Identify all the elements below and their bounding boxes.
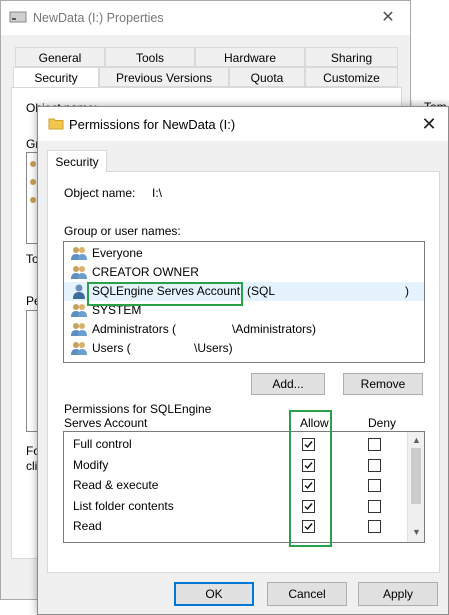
user-name-tail: \Users) [194, 341, 233, 355]
user-name-tail: \Administrators) [232, 322, 317, 336]
permission-name: List folder contents [73, 498, 174, 513]
drive-icon [9, 11, 27, 23]
permission-name: Read [73, 519, 102, 533]
tab-sharing[interactable]: Sharing [305, 47, 398, 67]
user-name: CREATOR OWNER [92, 265, 199, 279]
user-list-item[interactable]: CREATOR OWNER [64, 263, 424, 282]
properties-title-bar[interactable]: NewData (I:) Properties ✕ [1, 1, 410, 35]
properties-title: NewData (I:) Properties [33, 11, 164, 25]
object-name-value: I:\ [152, 186, 163, 200]
scroll-up-icon[interactable]: ▲ [408, 434, 424, 446]
users-group-icon [70, 322, 88, 337]
dialog-title-bar[interactable]: Permissions for NewData (I:) ✕ [38, 107, 448, 141]
deny-header: Deny [368, 416, 397, 430]
user-name: Everyone [92, 246, 143, 260]
close-icon[interactable]: ✕ [416, 112, 442, 136]
tab-quota[interactable]: Quota [229, 67, 305, 87]
permissions-label: Permissions for SQLEngine [64, 402, 212, 416]
dialog-title: Permissions for NewData (I:) [69, 117, 236, 132]
tab-security[interactable]: Security [13, 67, 99, 88]
user-list-item[interactable]: Users ( \Users) [64, 339, 424, 358]
permission-name: Full control [73, 437, 132, 451]
ok-button[interactable]: OK [174, 582, 254, 606]
permissions-label-account: Serves Account [64, 416, 148, 430]
tab-security[interactable]: Security [47, 150, 107, 172]
apply-button[interactable]: Apply [358, 582, 438, 606]
tab-general[interactable]: General [15, 47, 105, 67]
tab-previous-versions[interactable]: Previous Versions [99, 67, 229, 87]
scrollbar[interactable]: ▲ ▼ [407, 432, 424, 542]
permission-name: Read & execute [73, 478, 159, 492]
add-button[interactable]: Add... [251, 373, 325, 395]
deny-checkbox[interactable] [368, 479, 381, 492]
allow-column-highlight [289, 410, 332, 547]
security-panel: Object name: I:\ Group or user names: Ev… [47, 171, 440, 573]
object-name-label: Object name: [64, 186, 136, 200]
user-list-item[interactable]: Everyone [64, 244, 424, 263]
deny-checkbox[interactable] [368, 499, 381, 513]
scrollbar-thumb[interactable] [411, 448, 421, 504]
permissions-listbox[interactable]: Full control Modify Read & execute List fol… [63, 431, 425, 543]
permissions-dialog: Permissions for NewData (I:) ✕ Security … [37, 106, 449, 615]
remove-button[interactable]: Remove [343, 373, 423, 395]
close-icon[interactable]: ✕ [375, 7, 401, 29]
deny-checkbox[interactable] [368, 520, 381, 533]
scroll-down-icon[interactable]: ▼ [408, 526, 424, 538]
user-name: Users ( [92, 341, 131, 355]
tab-customize[interactable]: Customize [305, 67, 398, 87]
group-label: Group or user names: [64, 224, 181, 238]
users-group-icon [70, 303, 88, 318]
users-group-icon [70, 246, 88, 261]
single-user-icon [70, 284, 88, 299]
users-group-icon [70, 265, 88, 280]
deny-checkbox[interactable] [368, 458, 381, 472]
permissions-list: Full control Modify Read & execute List fol… [64, 432, 407, 542]
account-highlight [87, 282, 243, 306]
user-list-item[interactable]: Administrators ( \Administrators) [64, 320, 424, 339]
user-name-suffix: (SQL [247, 284, 276, 298]
user-name: Administrators ( [92, 322, 177, 336]
folder-icon [48, 118, 64, 130]
user-name-close: ) [405, 284, 409, 298]
permission-name: Modify [73, 457, 109, 472]
users-group-icon [70, 341, 88, 356]
deny-checkbox[interactable] [368, 438, 381, 451]
tab-hardware[interactable]: Hardware [195, 47, 305, 67]
tab-tools[interactable]: Tools [105, 47, 195, 67]
cancel-button[interactable]: Cancel [267, 582, 347, 606]
